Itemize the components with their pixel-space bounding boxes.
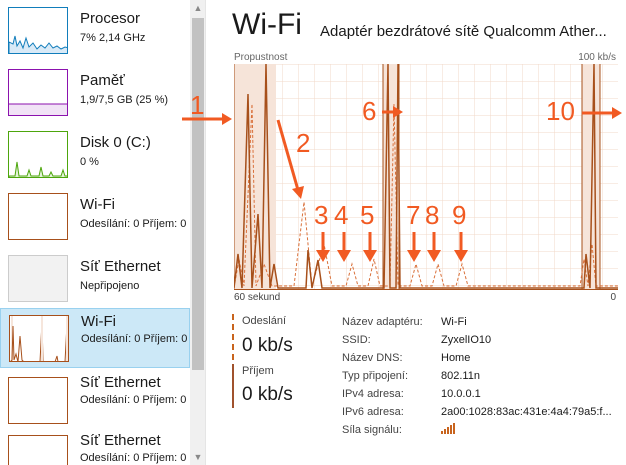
scroll-down-arrow-icon[interactable]: ▼ <box>190 449 205 465</box>
ethernet-thumbnail-graph <box>8 255 68 302</box>
ssid-label: SSID: <box>342 334 371 346</box>
adapter-name-label: Název adaptéru: <box>342 316 423 328</box>
sidebar-item-title: Wi-Fi <box>81 313 116 330</box>
sidebar-item-title: Síť Ethernet <box>80 432 161 449</box>
connection-type-value: 802.11n <box>441 370 480 382</box>
sidebar-item-cpu[interactable]: Procesor 7% 2,14 GHz <box>0 0 190 60</box>
sidebar-item-ethernet-disconnected[interactable]: Síť Ethernet Nepřipojeno <box>0 248 190 308</box>
annotation-label-1: 1 <box>190 90 205 120</box>
ipv6-value: 2a00:1028:83ac:431e:4a4:79a5:f... <box>441 406 612 418</box>
receive-value: 0 kb/s <box>242 384 293 405</box>
ipv4-value: 10.0.0.1 <box>441 388 481 400</box>
signal-strength-icon <box>441 422 459 437</box>
sidebar-item-ethernet-3[interactable]: Síť Ethernet Odesílání: 0 Příjem: 0 <box>0 428 190 465</box>
receive-label: Příjem <box>242 365 274 377</box>
time-zero-label: 0 <box>610 292 616 303</box>
sidebar-item-subtitle: 1,9/7,5 GB (25 %) <box>80 94 169 106</box>
sidebar-item-memory[interactable]: Paměť 1,9/7,5 GB (25 %) <box>0 62 190 122</box>
sidebar-item-subtitle: Odesílání: 0 Příjem: 0 <box>80 452 187 464</box>
sidebar-item-title: Procesor <box>80 10 141 27</box>
sidebar-item-subtitle: Nepřipojeno <box>80 280 140 292</box>
send-value: 0 kb/s <box>242 335 293 356</box>
sidebar-scrollbar[interactable]: ▲ ▼ <box>190 0 205 465</box>
sidebar-item-ethernet-2[interactable]: Síť Ethernet Odesílání: 0 Příjem: 0 <box>0 370 190 430</box>
annotation-label-8: 8 <box>425 200 440 230</box>
page-title: Wi-Fi <box>232 8 302 41</box>
sidebar-item-subtitle: Odesílání: 0 Příjem: 0 <box>80 394 187 406</box>
connection-type-label: Typ připojení: <box>342 370 409 382</box>
adapter-name: Adaptér bezdrátové sítě Qualcomm Ather..… <box>320 23 607 40</box>
memory-thumbnail-graph <box>8 69 68 116</box>
scrollbar-thumb[interactable] <box>192 18 204 370</box>
ethernet-thumbnail-graph <box>8 377 68 424</box>
scroll-up-arrow-icon[interactable]: ▲ <box>190 0 205 16</box>
adapter-name-value: Wi-Fi <box>441 316 467 328</box>
throughput-label: Propustnost <box>234 52 288 63</box>
annotation-label-9: 9 <box>452 200 467 230</box>
disk-thumbnail-graph <box>8 131 68 178</box>
annotation-label-5: 5 <box>360 200 375 230</box>
time-span-label: 60 sekund <box>234 292 281 303</box>
annotation-label-2: 2 <box>296 128 311 158</box>
max-throughput-label: 100 kb/s <box>578 52 616 63</box>
sidebar-item-wifi-selected[interactable]: Wi-Fi Odesílání: 0 Příjem: 0 <box>0 308 190 368</box>
ethernet-thumbnail-graph <box>8 435 68 465</box>
annotation-label-7: 7 <box>406 200 421 230</box>
sidebar-item-subtitle: 0 % <box>80 156 99 168</box>
sidebar-item-subtitle: 7% 2,14 GHz <box>80 32 146 44</box>
cpu-thumbnail-graph <box>8 7 68 54</box>
sidebar-item-title: Paměť <box>80 72 125 89</box>
sidebar-item-subtitle: Odesílání: 0 Příjem: 0 <box>80 218 187 230</box>
annotation-label-4: 4 <box>334 200 349 230</box>
wifi-selected-thumbnail-graph <box>9 315 69 362</box>
ipv6-label: IPv6 adresa: <box>342 406 404 418</box>
sidebar-item-disk[interactable]: Disk 0 (C:) 0 % <box>0 124 190 184</box>
sidebar: Procesor 7% 2,14 GHz Paměť 1,9/7,5 GB (2… <box>0 0 206 465</box>
sidebar-item-title: Síť Ethernet <box>80 374 161 391</box>
ipv4-label: IPv4 adresa: <box>342 388 404 400</box>
receive-indicator-bar <box>232 364 234 408</box>
sidebar-item-wifi-1[interactable]: Wi-Fi Odesílání: 0 Příjem: 0 <box>0 186 190 246</box>
dns-name-label: Název DNS: <box>342 352 403 364</box>
signal-strength-label: Síla signálu: <box>342 424 402 436</box>
main-panel: Wi-Fi Adaptér bezdrátové sítě Qualcomm A… <box>206 0 626 465</box>
annotation-label-6: 6 <box>362 96 377 126</box>
sidebar-item-subtitle: Odesílání: 0 Příjem: 0 <box>81 333 188 345</box>
sidebar-item-title: Síť Ethernet <box>80 258 161 275</box>
annotation-label-10: 10 <box>546 96 575 126</box>
send-indicator-bar <box>232 314 234 360</box>
send-label: Odeslání <box>242 315 287 327</box>
ssid-value: ZyxelIO10 <box>441 334 492 346</box>
sidebar-item-title: Wi-Fi <box>80 196 115 213</box>
sidebar-item-title: Disk 0 (C:) <box>80 134 151 151</box>
annotation-label-3: 3 <box>314 200 329 230</box>
wifi-thumbnail-graph <box>8 193 68 240</box>
dns-name-value: Home <box>441 352 471 364</box>
